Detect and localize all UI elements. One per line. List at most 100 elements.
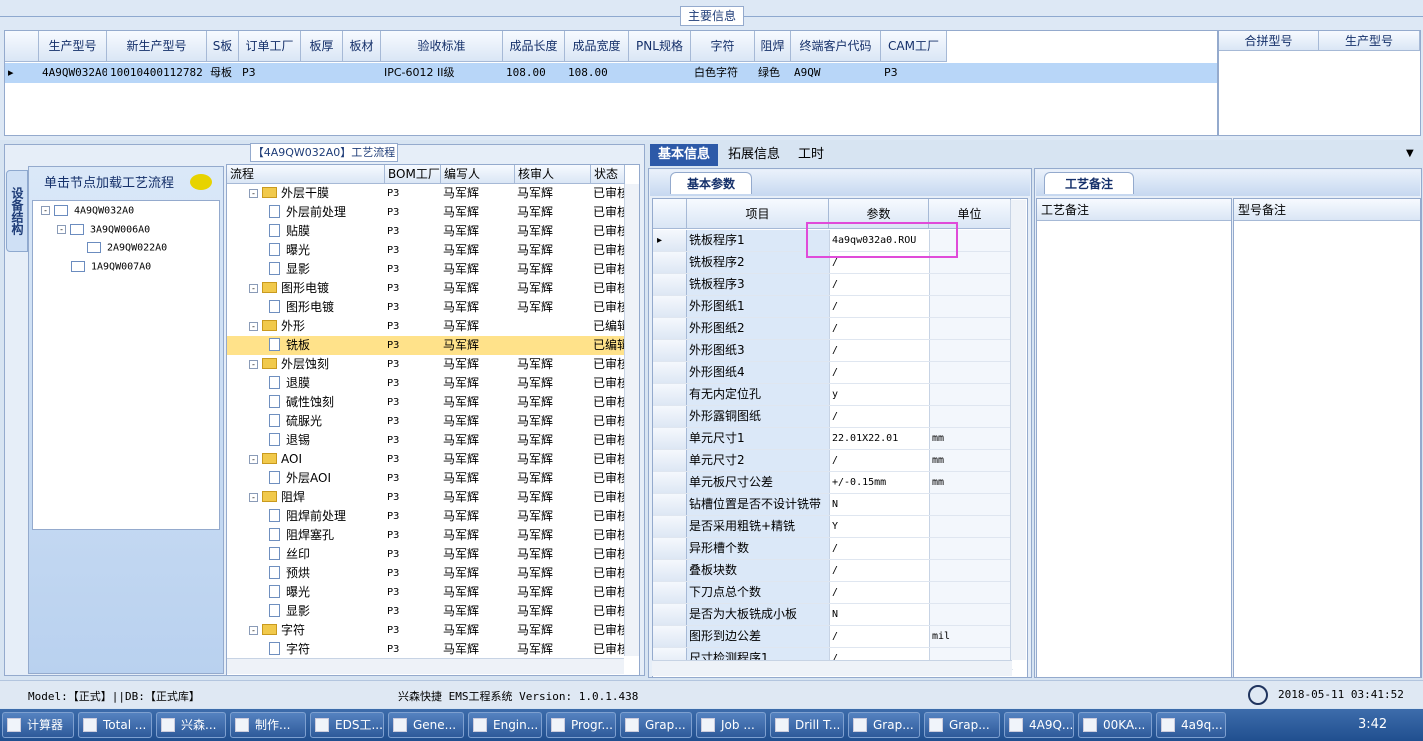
taskbar-item[interactable]: Engin...: [468, 712, 542, 738]
param-unit[interactable]: [929, 516, 1011, 537]
collapse-icon[interactable]: -: [249, 360, 258, 369]
structure-tab[interactable]: 设备结构: [6, 170, 28, 252]
param-unit[interactable]: mm: [929, 428, 1011, 449]
cell[interactable]: IPC-6012 II级: [381, 63, 503, 83]
taskbar-item[interactable]: Grap...: [924, 712, 1000, 738]
col-header[interactable]: 板材: [343, 31, 381, 62]
param-value[interactable]: +/-0.15mm: [829, 472, 929, 493]
col-header[interactable]: 核审人: [515, 165, 591, 184]
horizontal-scrollbar[interactable]: [227, 658, 624, 674]
param-row[interactable]: 钻槽位置是否不设计铣带 N: [653, 494, 1013, 516]
tab-process-notes[interactable]: 工艺备注: [1044, 172, 1134, 194]
vertical-scrollbar[interactable]: [624, 184, 639, 656]
row-selector[interactable]: [653, 274, 687, 295]
row-selector[interactable]: [653, 406, 687, 427]
param-unit[interactable]: [929, 538, 1011, 559]
param-unit[interactable]: [929, 604, 1011, 625]
param-value[interactable]: /: [829, 538, 929, 559]
param-row[interactable]: 单元板尺寸公差 +/-0.15mm mm: [653, 472, 1013, 494]
table-row[interactable]: 碱性蚀刻 P3 马军辉 马军辉 已审核: [227, 393, 627, 412]
row-selector[interactable]: [653, 560, 687, 581]
taskbar-item[interactable]: 制作...: [230, 712, 306, 738]
process-notes-box[interactable]: 工艺备注: [1036, 198, 1232, 678]
param-unit[interactable]: [929, 384, 1011, 405]
model-notes-box[interactable]: 型号备注: [1233, 198, 1421, 678]
param-row[interactable]: 异形槽个数 /: [653, 538, 1013, 560]
table-row[interactable]: 外层前处理 P3 马军辉 马军辉 已审核: [227, 203, 627, 222]
param-value[interactable]: /: [829, 582, 929, 603]
collapse-icon[interactable]: -: [249, 455, 258, 464]
collapse-icon[interactable]: -: [249, 626, 258, 635]
table-row[interactable]: 预烘 P3 马军辉 马军辉 已审核: [227, 564, 627, 583]
param-row[interactable]: 外形图纸1/: [653, 296, 1013, 318]
param-row[interactable]: 下刀点总个数 /: [653, 582, 1013, 604]
param-unit[interactable]: [929, 274, 1011, 295]
col-header[interactable]: 验收标准: [381, 31, 503, 62]
table-row[interactable]: 显影 P3 马军辉 马军辉 已审核: [227, 602, 627, 621]
table-row[interactable]: - 外层干膜 P3 马军辉 马军辉 已审核: [227, 184, 627, 203]
table-row[interactable]: - AOI P3 马军辉 马军辉 已审核: [227, 450, 627, 469]
param-value[interactable]: /: [829, 406, 929, 427]
tree-node[interactable]: - 3A9QW006A0: [57, 224, 150, 236]
cell[interactable]: 4A9QW032A0: [39, 63, 107, 83]
col-header[interactable]: 成品宽度: [565, 31, 629, 62]
cell[interactable]: P3: [881, 63, 947, 83]
param-value[interactable]: /: [829, 362, 929, 383]
param-unit[interactable]: [929, 340, 1011, 361]
col-header[interactable]: S板: [207, 31, 239, 62]
param-row[interactable]: 叠板块数 /: [653, 560, 1013, 582]
row-selector[interactable]: [653, 384, 687, 405]
vertical-scrollbar[interactable]: [1010, 200, 1026, 660]
col-header[interactable]: 字符: [691, 31, 755, 62]
param-unit[interactable]: [929, 582, 1011, 603]
param-value[interactable]: Y: [829, 516, 929, 537]
param-row[interactable]: 外形图纸2/: [653, 318, 1013, 340]
collapse-icon[interactable]: -: [57, 224, 66, 234]
cell[interactable]: 绿色: [755, 63, 791, 83]
tree-node[interactable]: 1A9QW007A0: [71, 261, 151, 273]
row-selector[interactable]: [653, 318, 687, 339]
taskbar-item[interactable]: Progr...: [546, 712, 616, 738]
col-header[interactable]: 板厚: [301, 31, 343, 62]
tree-node[interactable]: 2A9QW022A0: [87, 242, 167, 254]
col-header[interactable]: 终端客户代码: [791, 31, 881, 62]
col-header[interactable]: 生产型号: [1319, 31, 1420, 51]
table-row[interactable]: 外层AOI P3 马军辉 马军辉 已审核: [227, 469, 627, 488]
row-selector[interactable]: [653, 604, 687, 625]
col-header[interactable]: 阻焊: [755, 31, 791, 62]
cell[interactable]: 10010400112782: [107, 63, 207, 83]
param-unit[interactable]: [929, 296, 1011, 317]
table-row[interactable]: 曝光 P3 马军辉 马军辉 已审核: [227, 241, 627, 260]
param-value[interactable]: /: [829, 626, 929, 647]
table-row[interactable]: 硫脲光 P3 马军辉 马军辉 已审核: [227, 412, 627, 431]
param-value[interactable]: N: [829, 604, 929, 625]
col-header[interactable]: 成品长度: [503, 31, 565, 62]
chevron-down-icon[interactable]: ▼: [1406, 148, 1414, 159]
tab-basic-info[interactable]: 基本信息: [650, 144, 719, 166]
col-header[interactable]: CAM工厂: [881, 31, 947, 62]
cell[interactable]: P3: [239, 63, 301, 83]
param-unit[interactable]: mm: [929, 472, 1011, 493]
taskbar-clock[interactable]: 3:42: [1358, 717, 1387, 732]
col-header[interactable]: 生产型号: [39, 31, 107, 62]
taskbar-item[interactable]: 兴森...: [156, 712, 226, 738]
param-value[interactable]: /: [829, 274, 929, 295]
table-row[interactable]: 显影 P3 马军辉 马军辉 已审核: [227, 260, 627, 279]
param-row[interactable]: 单元尺寸2/mm: [653, 450, 1013, 472]
col-header[interactable]: PNL规格: [629, 31, 691, 62]
param-unit[interactable]: mm: [929, 450, 1011, 471]
col-header[interactable]: 订单工厂: [239, 31, 301, 62]
taskbar-item[interactable]: Job ...: [696, 712, 766, 738]
table-row[interactable]: 阻焊前处理 P3 马军辉 马军辉 已审核: [227, 507, 627, 526]
horizontal-scrollbar[interactable]: [652, 660, 1012, 676]
param-row[interactable]: 是否为大板铣成小板 N: [653, 604, 1013, 626]
param-unit[interactable]: [929, 318, 1011, 339]
table-row[interactable]: - 外层蚀刻 P3 马军辉 马军辉 已审核: [227, 355, 627, 374]
param-unit[interactable]: mil: [929, 626, 1011, 647]
taskbar-item[interactable]: EDS工...: [310, 712, 384, 738]
row-selector[interactable]: [653, 340, 687, 361]
param-row[interactable]: 外形图纸4/: [653, 362, 1013, 384]
row-selector[interactable]: [653, 450, 687, 471]
row-selector[interactable]: [653, 472, 687, 493]
taskbar-item[interactable]: Grap...: [848, 712, 920, 738]
